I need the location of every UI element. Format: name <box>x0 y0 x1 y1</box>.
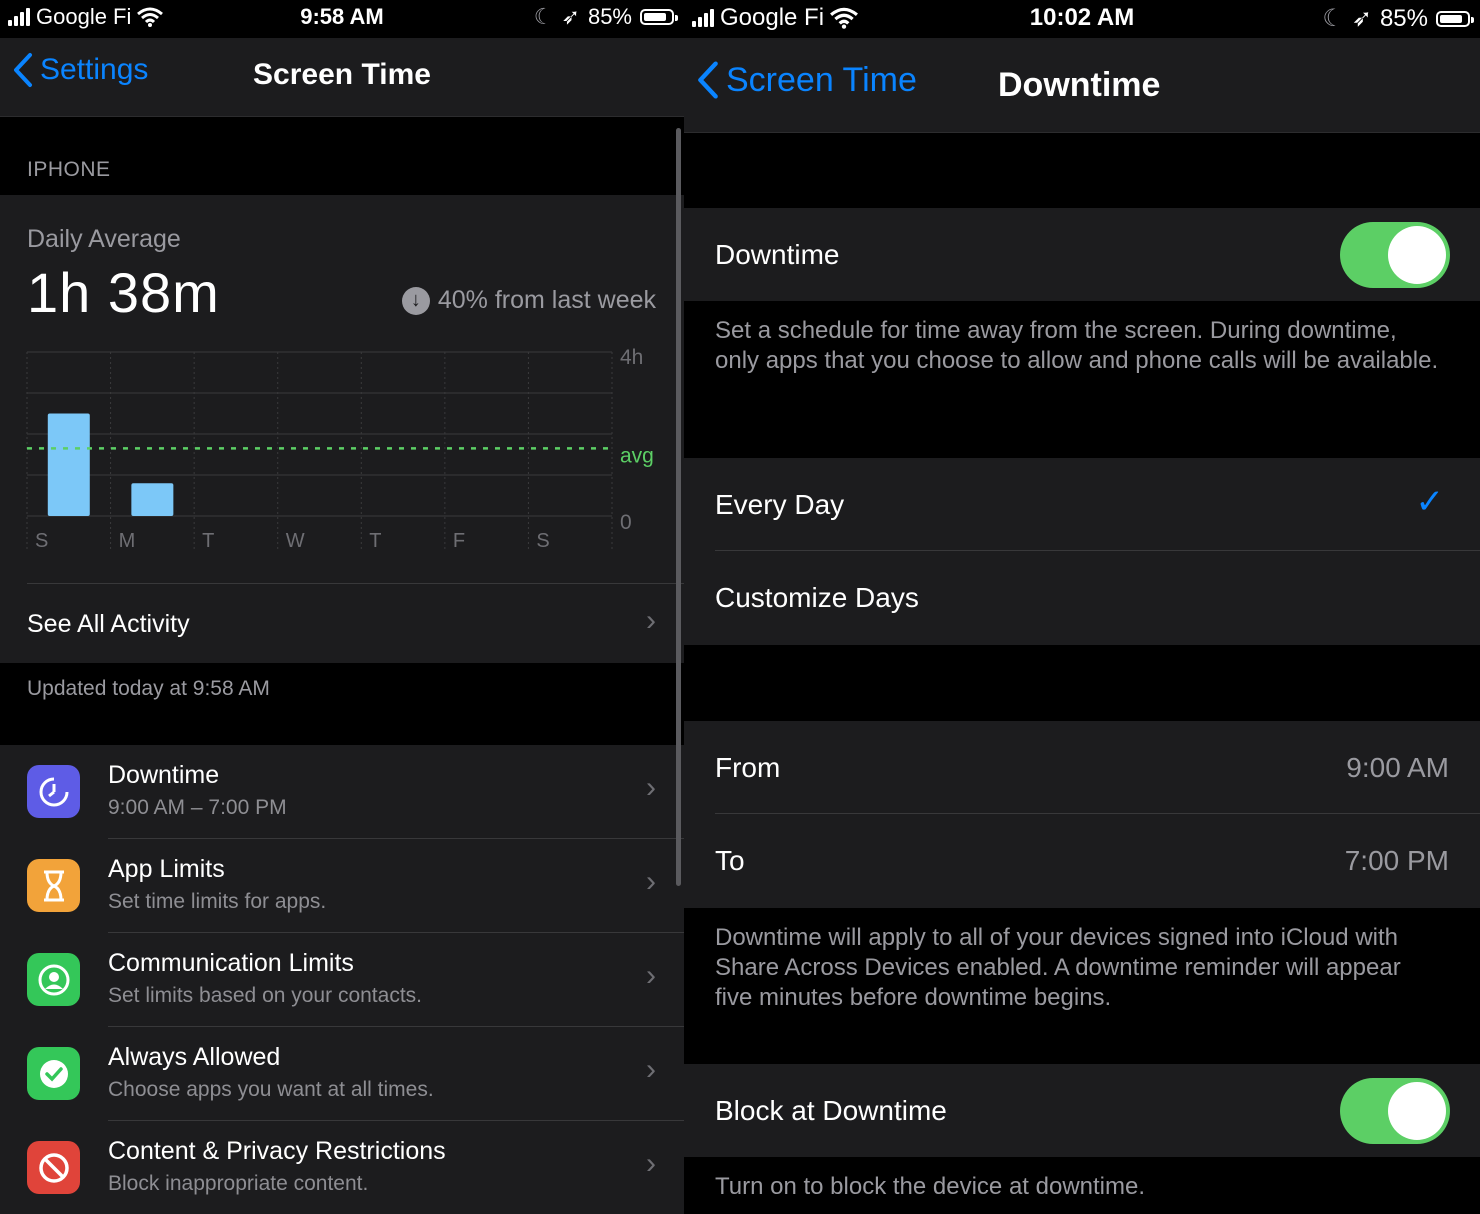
to-row[interactable]: To 7:00 PM <box>684 814 1480 908</box>
page-title: Downtime <box>998 66 1161 104</box>
settings-row-content-privacy-restrictions[interactable]: Content & Privacy Restrictions Block inap… <box>0 1121 684 1214</box>
arrow-down-circle-icon: ↓ <box>401 286 430 315</box>
hourglass-icon <box>27 859 80 912</box>
updated-timestamp: Updated today at 9:58 AM <box>27 677 270 700</box>
restriction-icon <box>27 1141 80 1194</box>
back-label: Screen Time <box>726 60 917 99</box>
downtime-toggle[interactable] <box>1340 222 1450 288</box>
row-subtitle: 9:00 AM – 7:00 PM <box>108 796 287 819</box>
every-day-option[interactable]: Every Day ✓ <box>684 458 1480 551</box>
nav-bar: Settings Screen Time <box>0 38 684 117</box>
weekly-change: ↓ 40% from last week <box>401 286 656 315</box>
chevron-right-icon: › <box>646 959 656 992</box>
chevron-right-icon: › <box>646 604 656 637</box>
from-row[interactable]: From 9:00 AM <box>684 721 1480 814</box>
settings-list: Downtime 9:00 AM – 7:00 PM › App Limits Set … <box>0 745 684 1214</box>
row-title: Downtime <box>108 761 220 789</box>
screen-time-screen: Google Fi 9:58 AM ☾ ➶ 85% Settings Scree… <box>0 0 684 1214</box>
row-subtitle: Set time limits for apps. <box>108 890 327 913</box>
location-icon: ➶ <box>561 4 580 29</box>
scroll-indicator[interactable] <box>676 128 681 886</box>
back-button[interactable]: Screen Time <box>696 60 917 100</box>
chevron-left-icon <box>698 61 718 99</box>
toggle-knob <box>1388 1082 1446 1140</box>
location-icon: ➶ <box>1351 5 1372 32</box>
x-tick-label: S <box>536 530 549 552</box>
toggle-knob <box>1388 226 1446 284</box>
settings-row-always-allowed[interactable]: Always Allowed Choose apps you want at al… <box>0 1027 684 1121</box>
downtime-icon <box>27 765 80 818</box>
moon-icon: ☾ <box>533 4 554 29</box>
downtime-screen: Google Fi 10:02 AM ☾ ➶ 85% Screen Time D… <box>684 0 1480 1214</box>
row-subtitle: Block inappropriate content. <box>108 1172 369 1195</box>
y-tick-label: 0 <box>620 511 632 534</box>
daily-average-value: 1h 38m <box>27 261 220 324</box>
usage-chart[interactable]: S M T W T F S 4h avg 0 <box>0 340 684 560</box>
bar-S <box>47 413 90 516</box>
status-bar: Google Fi 10:02 AM ☾ ➶ 85% <box>684 0 1480 36</box>
chevron-right-icon: › <box>646 865 656 898</box>
status-right-group: ☾ ➶ 85% <box>533 4 678 30</box>
x-tick-label: W <box>286 530 305 552</box>
daily-average-label: Daily Average <box>27 225 181 253</box>
y-tick-label: avg <box>620 444 654 467</box>
x-tick-label: S <box>35 530 48 552</box>
battery-percent: 85% <box>1379 4 1428 32</box>
see-all-activity-row[interactable]: See All Activity › <box>0 584 684 663</box>
x-tick-label: T <box>369 530 381 552</box>
settings-row-downtime[interactable]: Downtime 9:00 AM – 7:00 PM › <box>0 745 684 839</box>
section-header: IPHONE <box>27 158 111 181</box>
weekly-change-text: 40% from last week <box>437 286 656 314</box>
row-subtitle: Choose apps you want at all times. <box>108 1078 434 1101</box>
row-subtitle: Set limits based on your contacts. <box>108 984 422 1007</box>
battery-icon <box>1436 10 1474 27</box>
chevron-right-icon: › <box>646 1147 656 1180</box>
from-value: 9:00 AM <box>1346 752 1449 783</box>
every-day-label: Every Day <box>715 489 845 520</box>
downtime-description: Set a schedule for time away from the sc… <box>715 317 1439 374</box>
x-tick-label: F <box>453 530 465 552</box>
row-title: App Limits <box>108 855 225 883</box>
contact-icon <box>27 953 80 1006</box>
settings-row-app-limits[interactable]: App Limits Set time limits for apps. › <box>0 839 684 933</box>
see-all-activity-label: See All Activity <box>27 610 190 638</box>
battery-icon <box>640 9 678 25</box>
x-tick-label: M <box>119 530 136 552</box>
status-bar: Google Fi 9:58 AM ☾ ➶ 85% <box>0 0 684 36</box>
block-at-downtime-label: Block at Downtime <box>715 1095 947 1126</box>
x-tick-label: T <box>202 530 214 552</box>
bar-M <box>131 483 174 516</box>
settings-row-communication-limits[interactable]: Communication Limits Set limits based on … <box>0 933 684 1027</box>
customize-days-label: Customize Days <box>715 582 919 613</box>
from-label: From <box>715 752 781 783</box>
row-title: Content & Privacy Restrictions <box>108 1137 446 1165</box>
block-at-downtime-row: Block at Downtime <box>684 1064 1480 1157</box>
row-title: Communication Limits <box>108 949 354 977</box>
block-at-downtime-toggle[interactable] <box>1340 1078 1450 1144</box>
schedule-note: Downtime will apply to all of your devic… <box>715 924 1401 1011</box>
chevron-right-icon: › <box>646 771 656 804</box>
chevron-right-icon: › <box>646 1053 656 1086</box>
downtime-toggle-row: Downtime <box>684 208 1480 301</box>
row-title: Always Allowed <box>108 1043 281 1071</box>
customize-days-option[interactable]: Customize Days <box>684 551 1480 645</box>
schedule-options: Every Day ✓ Customize Days <box>684 458 1480 645</box>
to-value: 7:00 PM <box>1344 845 1449 876</box>
checkmark-icon: ✓ <box>1415 483 1445 521</box>
time-range-group: From 9:00 AM To 7:00 PM <box>684 721 1480 908</box>
block-description: Turn on to block the device at downtime. <box>715 1173 1146 1200</box>
nav-bar: Screen Time Downtime <box>684 38 1480 133</box>
downtime-label: Downtime <box>715 239 840 270</box>
checkmark-seal-icon <box>27 1047 80 1100</box>
moon-icon: ☾ <box>1322 5 1344 32</box>
y-tick-label: 4h <box>620 346 643 369</box>
battery-percent: 85% <box>587 4 632 29</box>
to-label: To <box>715 845 745 876</box>
status-right-group: ☾ ➶ 85% <box>1322 4 1474 33</box>
page-title: Screen Time <box>253 58 431 91</box>
